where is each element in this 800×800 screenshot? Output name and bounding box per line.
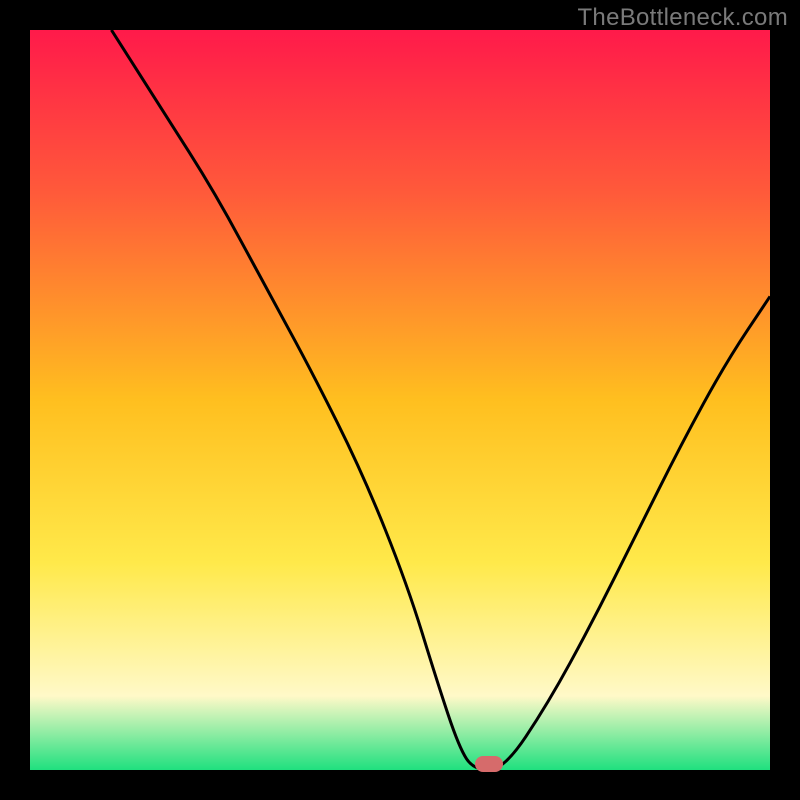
bottleneck-curve-path [111,30,770,770]
optimal-marker [475,756,503,772]
plot-area [30,30,770,770]
bottleneck-curve-svg [30,30,770,770]
watermark-text: TheBottleneck.com [577,4,788,32]
chart-frame: TheBottleneck.com [0,0,800,800]
